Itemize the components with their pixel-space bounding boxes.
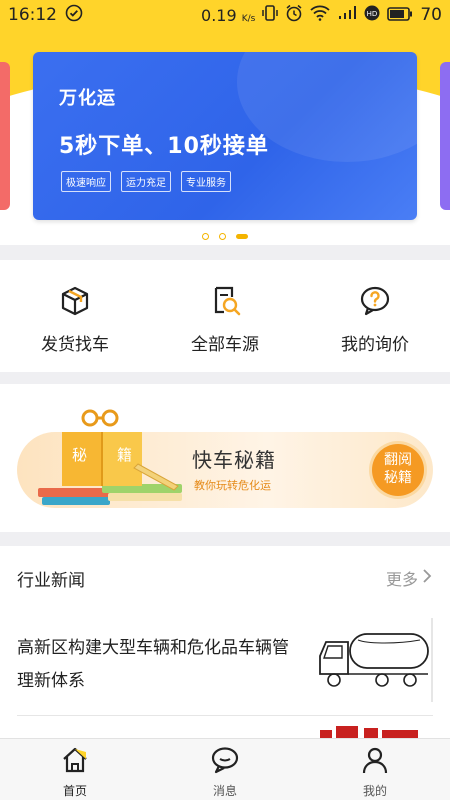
network-speed: 0.19 K/s	[201, 5, 256, 25]
document-search-icon	[208, 284, 242, 322]
carousel-dot[interactable]	[219, 233, 226, 240]
banner-tags: 极速响应 运力充足 专业服务	[61, 171, 231, 192]
alarm-icon	[285, 4, 303, 26]
carousel-next-slide[interactable]	[440, 62, 450, 210]
status-time: 16:12	[8, 5, 57, 25]
banner-tag: 专业服务	[181, 171, 231, 192]
quick-menu: 发货找车 全部车源 我的询价	[0, 260, 450, 372]
news-thumbnail[interactable]	[320, 724, 420, 738]
quick-item-label: 我的询价	[341, 335, 409, 355]
industry-news-section: 行业新闻 更多 高新区构建大型车辆和危化品车辆管理新体系	[0, 546, 450, 738]
news-section-title: 行业新闻	[17, 571, 85, 591]
chevron-right-icon	[422, 568, 432, 588]
quick-item-all-vehicles[interactable]: 全部车源	[150, 260, 300, 372]
books-illustration	[38, 409, 182, 505]
book-char: 籍	[117, 446, 133, 464]
guide-section: 秘 籍 快车秘籍 教你玩转危化运 翻阅 秘籍	[0, 384, 450, 532]
battery-level: 70	[420, 5, 442, 25]
guide-subtitle: 教你玩转危化运	[194, 479, 271, 492]
carousel-dot[interactable]	[202, 233, 209, 240]
open-guide-label: 翻阅	[384, 452, 412, 468]
check-circle-icon	[65, 4, 83, 27]
chat-bubble-icon	[210, 746, 240, 778]
news-thumbnail[interactable]	[312, 618, 434, 702]
banner-brand: 万化运	[59, 88, 116, 109]
carousel-prev-slide[interactable]	[0, 62, 10, 210]
tab-label: 我的	[362, 784, 387, 798]
home-icon	[60, 746, 90, 778]
news-more-link[interactable]: 更多	[386, 566, 432, 590]
bottom-tab-bar: 首页 消息 我的	[0, 738, 450, 800]
book-char: 秘	[72, 446, 88, 464]
package-box-icon	[58, 284, 92, 322]
news-divider	[17, 715, 433, 716]
status-bar: 16:12 0.19 K/s HD 70	[0, 0, 450, 30]
question-bubble-icon	[358, 284, 392, 322]
open-guide-button[interactable]: 翻阅 秘籍	[372, 444, 424, 496]
promo-banner[interactable]: 万化运 5秒下单、10秒接单 极速响应 运力充足 专业服务	[33, 52, 417, 220]
wifi-icon	[310, 5, 330, 25]
battery-icon	[387, 6, 413, 25]
news-item-title[interactable]: 高新区构建大型车辆和危化品车辆管理新体系	[17, 632, 297, 698]
tab-messages[interactable]: 消息	[150, 739, 300, 800]
quick-item-label: 全部车源	[191, 335, 259, 355]
quick-item-label: 发货找车	[41, 335, 109, 355]
carousel-dot-active[interactable]	[236, 234, 248, 239]
hd-icon: HD	[364, 5, 380, 25]
banner-tag: 运力充足	[121, 171, 171, 192]
quick-item-ship-find-truck[interactable]: 发货找车	[0, 260, 150, 372]
banner-tag: 极速响应	[61, 171, 111, 192]
hero-section: 万化运 5秒下单、10秒接单 极速响应 运力充足 专业服务	[0, 30, 450, 245]
carousel-indicator	[0, 233, 450, 240]
svg-text:HD: HD	[367, 10, 378, 18]
signal-icon	[337, 5, 357, 25]
tab-home[interactable]: 首页	[0, 739, 150, 800]
news-more-label: 更多	[385, 570, 418, 589]
user-icon	[360, 746, 390, 778]
tab-label: 首页	[62, 784, 87, 798]
vibrate-icon	[262, 4, 279, 26]
tab-profile[interactable]: 我的	[300, 739, 450, 800]
banner-headline: 5秒下单、10秒接单	[59, 134, 269, 159]
quick-item-my-inquiries[interactable]: 我的询价	[300, 260, 450, 372]
guide-title: 快车秘籍	[192, 448, 276, 472]
tab-label: 消息	[212, 784, 237, 798]
open-guide-label: 秘籍	[384, 470, 412, 486]
